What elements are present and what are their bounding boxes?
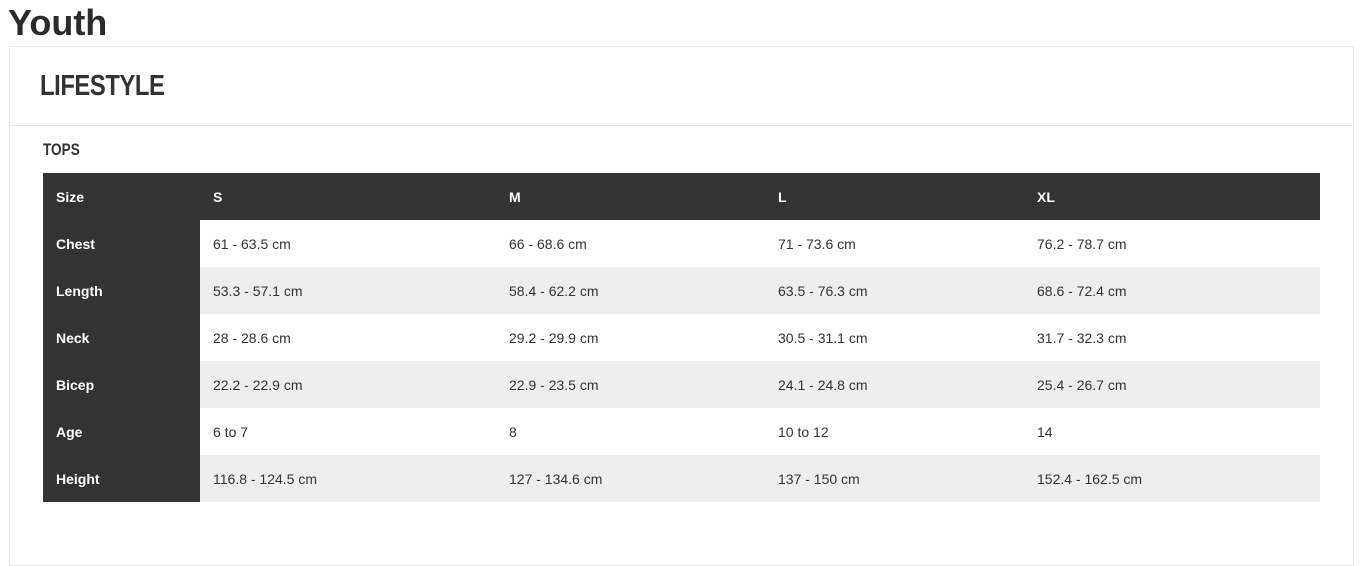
table-cell: 30.5 - 31.1 cm [765, 314, 1024, 361]
table-cell: 25.4 - 26.7 cm [1024, 361, 1320, 408]
page-title: Youth [8, 2, 108, 43]
column-header-s: S [200, 173, 496, 220]
size-table: Size S M L XL Chest 61 - 63.5 cm 66 - 68… [43, 173, 1320, 502]
table-cell: 29.2 - 29.9 cm [496, 314, 765, 361]
table-cell: 22.2 - 22.9 cm [200, 361, 496, 408]
table-row: Chest 61 - 63.5 cm 66 - 68.6 cm 71 - 73.… [43, 220, 1320, 267]
table-row: Bicep 22.2 - 22.9 cm 22.9 - 23.5 cm 24.1… [43, 361, 1320, 408]
row-label: Age [43, 408, 200, 455]
column-header-l: L [765, 173, 1024, 220]
size-chart-card: LIFESTYLE TOPS Size S M L XL Chest 61 - … [9, 46, 1354, 566]
table-cell: 14 [1024, 408, 1320, 455]
category-title: LIFESTYLE [40, 70, 165, 102]
table-row: Age 6 to 7 8 10 to 12 14 [43, 408, 1320, 455]
table-cell: 68.6 - 72.4 cm [1024, 267, 1320, 314]
row-label: Height [43, 455, 200, 502]
table-cell: 61 - 63.5 cm [200, 220, 496, 267]
table-cell: 28 - 28.6 cm [200, 314, 496, 361]
column-header-m: M [496, 173, 765, 220]
row-label: Bicep [43, 361, 200, 408]
table-cell: 137 - 150 cm [765, 455, 1024, 502]
table-cell: 10 to 12 [765, 408, 1024, 455]
column-header-xl: XL [1024, 173, 1320, 220]
table-cell: 24.1 - 24.8 cm [765, 361, 1024, 408]
table-cell: 76.2 - 78.7 cm [1024, 220, 1320, 267]
row-label: Length [43, 267, 200, 314]
table-cell: 116.8 - 124.5 cm [200, 455, 496, 502]
table-cell: 63.5 - 76.3 cm [765, 267, 1024, 314]
table-row: Length 53.3 - 57.1 cm 58.4 - 62.2 cm 63.… [43, 267, 1320, 314]
section-title: TOPS [43, 140, 80, 159]
table-cell: 66 - 68.6 cm [496, 220, 765, 267]
table-row: Neck 28 - 28.6 cm 29.2 - 29.9 cm 30.5 - … [43, 314, 1320, 361]
table-cell: 152.4 - 162.5 cm [1024, 455, 1320, 502]
table-row: Height 116.8 - 124.5 cm 127 - 134.6 cm 1… [43, 455, 1320, 502]
column-header-size: Size [43, 173, 200, 220]
table-cell: 127 - 134.6 cm [496, 455, 765, 502]
table-cell: 22.9 - 23.5 cm [496, 361, 765, 408]
row-label: Chest [43, 220, 200, 267]
table-cell: 53.3 - 57.1 cm [200, 267, 496, 314]
card-header: LIFESTYLE [10, 47, 1353, 126]
table-header-row: Size S M L XL [43, 173, 1320, 220]
table-cell: 31.7 - 32.3 cm [1024, 314, 1320, 361]
table-cell: 58.4 - 62.2 cm [496, 267, 765, 314]
table-cell: 8 [496, 408, 765, 455]
row-label: Neck [43, 314, 200, 361]
table-cell: 71 - 73.6 cm [765, 220, 1024, 267]
table-cell: 6 to 7 [200, 408, 496, 455]
